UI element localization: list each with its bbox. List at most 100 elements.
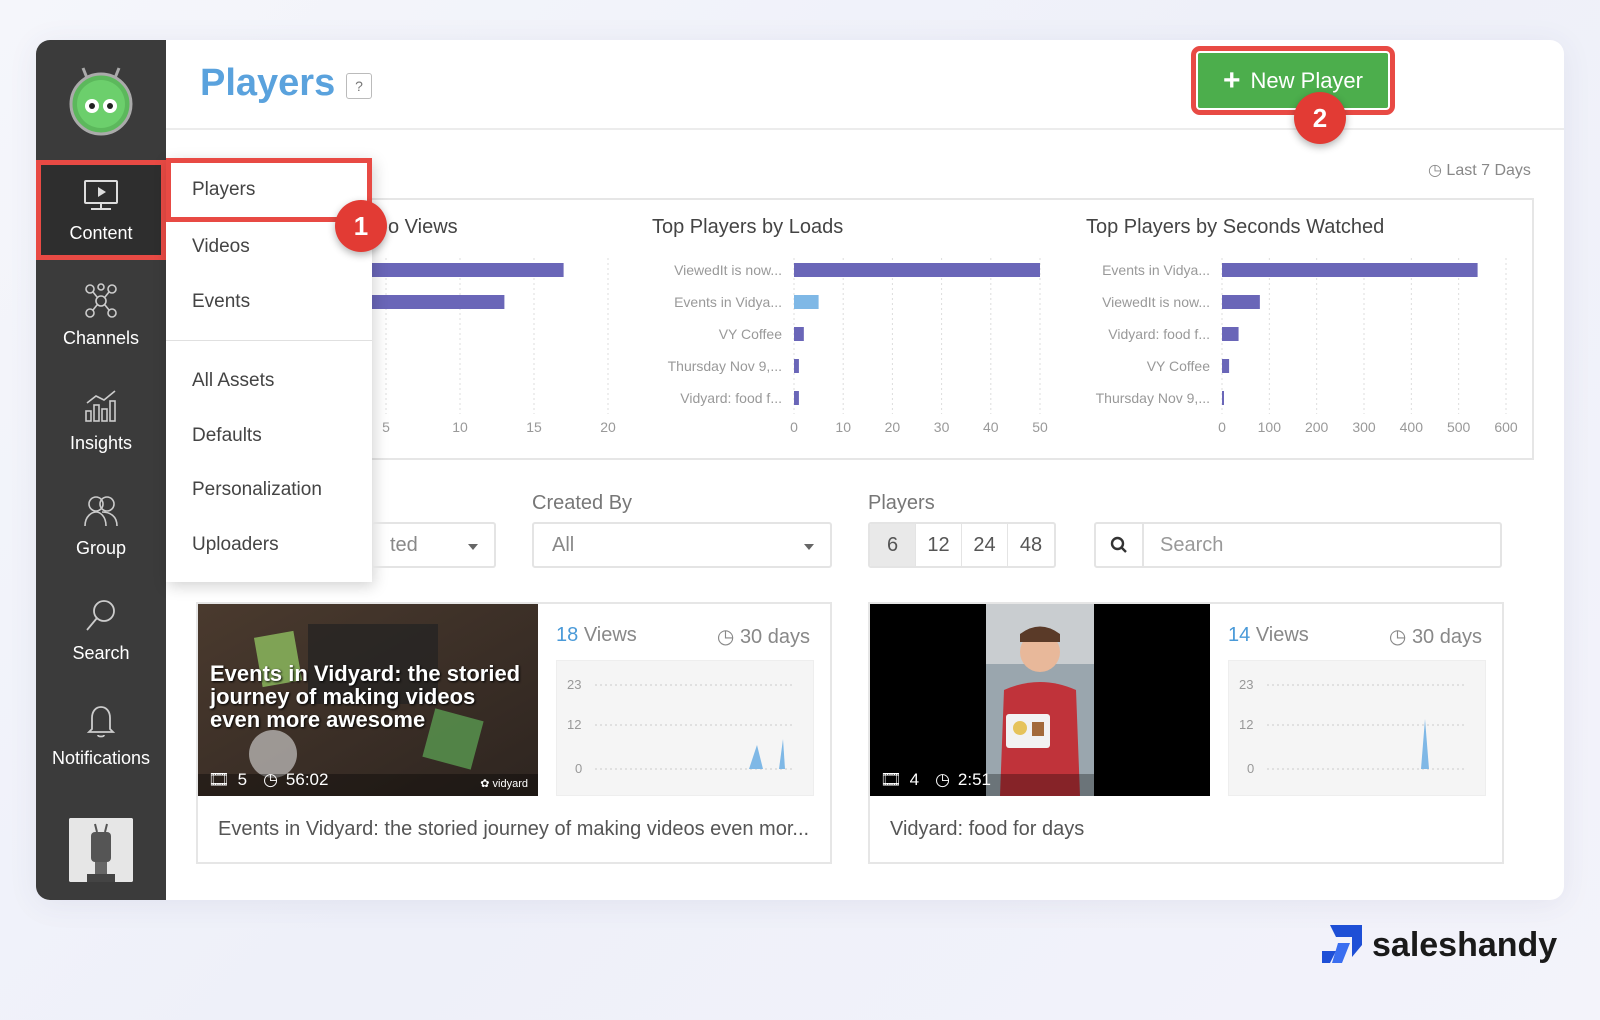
bar [794,327,804,341]
x-tick-label: 400 [1400,419,1424,435]
card-title[interactable]: Vidyard: food for days [890,818,1084,841]
x-tick-label: 300 [1352,419,1376,435]
new-player-button[interactable]: + New Player [1191,46,1395,115]
sidebar-item-label: Channels [62,327,140,348]
search-box [1094,522,1502,568]
search-icon [86,599,115,631]
player-card[interactable]: 🎞 4 ◷ 2:51 14 Views ◷ 30 days 23 12 0 Vi… [868,602,1504,864]
x-tick-label: 15 [526,419,542,435]
search-button[interactable] [1096,524,1144,566]
page-size-option[interactable]: 6 [870,524,916,566]
sidebar-item-label: Notifications [51,747,151,768]
views-count: 14 Views [1228,624,1309,646]
chart-title-loads: Top Players by Loads [652,216,844,238]
x-tick-label: 40 [983,419,999,435]
sidebar-item-label: Content [69,222,133,243]
thumbnail-meta: 🎞 5 ◷ 56:02 [208,770,329,789]
clock-icon: ◷ [1428,162,1442,179]
x-tick-label: 10 [835,419,851,435]
category-label: ViewedIt is now... [1102,294,1210,310]
menu-item-personalization[interactable]: Personalization [192,479,322,501]
sidebar-item-label: Search [72,642,130,663]
spark-ytick: 0 [1247,761,1254,776]
plus-icon: + [1222,63,1241,97]
video-thumbnail[interactable]: Events in Vidyard: the storied journey o… [198,604,538,796]
category-label: VY Coffee [719,326,783,342]
chevron-down-icon [468,544,478,550]
search-icon [1110,536,1127,553]
thumbnail-meta: 🎞 4 ◷ 2:51 [880,770,991,789]
page-size-option[interactable]: 24 [962,524,1008,566]
bar [794,295,819,309]
sidebar-item-insights[interactable]: Insights [36,370,166,470]
bar [1222,391,1224,405]
chevron-down-icon [804,544,814,550]
sidebar-item-notifications[interactable]: Notifications [36,685,166,785]
x-tick-label: 200 [1305,419,1329,435]
chart-title-views: o Views [388,216,458,238]
chart-title-seconds: Top Players by Seconds Watched [1086,216,1385,238]
players-label: Players [868,492,935,514]
sidebar-item-content[interactable]: Content [36,160,166,260]
chart-loads: 0 10 20 30 40 50 ViewedIt is now... Events in V… [668,258,1048,435]
x-tick-label: 0 [1218,419,1226,435]
stats-panel: o Views Top Players by Loads Top Players… [196,198,1534,460]
clock-icon: ◷ [263,770,278,789]
spark-ytick: 12 [1239,717,1253,732]
page-size-selector: 6 12 24 48 [868,522,1056,568]
period-badge: ◷ 30 days [1388,626,1482,648]
clock-icon: ◷ [1388,626,1407,648]
period-badge: ◷ 30 days [716,626,810,648]
spark-ytick: 0 [575,761,582,776]
spark-ytick: 12 [567,717,581,732]
page-title: Players [200,62,336,104]
bell-icon [86,705,116,737]
vidyard-watermark: ✿ vidyard [480,778,528,790]
insights-icon [85,389,116,422]
status-filter-select[interactable]: ted [372,522,496,568]
category-label: ViewedIt is now... [674,262,782,278]
bar [794,263,1040,277]
video-thumbnail[interactable]: 🎞 4 ◷ 2:51 [870,604,1210,796]
vidyard-logo[interactable] [65,64,137,136]
menu-item-uploaders[interactable]: Uploaders [192,534,279,556]
clock-icon: ◷ [716,626,735,648]
clock-icon: ◷ [935,770,950,789]
x-tick-label: 50 [1032,419,1048,435]
views-sparkline: 23 12 0 [556,660,814,796]
sidebar-item-group[interactable]: Group [36,475,166,575]
category-label: Thursday Nov 9,... [1096,390,1210,406]
film-icon: 🎞 [208,770,230,789]
category-label: VY Coffee [1147,358,1211,374]
help-button[interactable]: ? [346,73,372,99]
created-by-label: Created By [532,492,633,514]
sidebar-item-label: Group [75,537,127,558]
avatar[interactable] [69,818,133,882]
menu-item-defaults[interactable]: Defaults [192,425,262,447]
player-card[interactable]: Events in Vidyard: the storied journey o… [196,602,832,864]
bar [1222,359,1230,373]
menu-item-events[interactable]: Events [192,291,250,313]
views-sparkline: 23 12 0 [1228,660,1486,796]
menu-item-videos[interactable]: Videos [192,236,250,258]
category-label: Events in Vidya... [674,294,782,310]
spark-ytick: 23 [567,677,581,692]
x-tick-label: 5 [382,419,390,435]
created-by-select[interactable]: All [532,522,832,568]
sidebar: Content Channels Insights Group Search N… [36,40,166,900]
bar [1222,327,1239,341]
search-input[interactable] [1144,524,1500,566]
sidebar-item-label: Insights [69,432,133,453]
period-label[interactable]: ◷ Last 7 Days [1428,160,1531,180]
page-size-option[interactable]: 48 [1008,524,1054,566]
thumbnail-title: Events in Vidyard: the storied journey o… [210,661,521,732]
bar [1222,295,1260,309]
card-title[interactable]: Events in Vidyard: the storied journey o… [218,818,809,841]
x-tick-label: 100 [1258,419,1282,435]
category-label: Vidyard: food f... [1108,326,1210,342]
menu-item-all-assets[interactable]: All Assets [192,370,274,392]
sidebar-item-channels[interactable]: Channels [36,265,166,365]
sidebar-item-search[interactable]: Search [36,580,166,680]
page-size-option[interactable]: 12 [916,524,962,566]
film-icon: 🎞 [880,770,902,789]
